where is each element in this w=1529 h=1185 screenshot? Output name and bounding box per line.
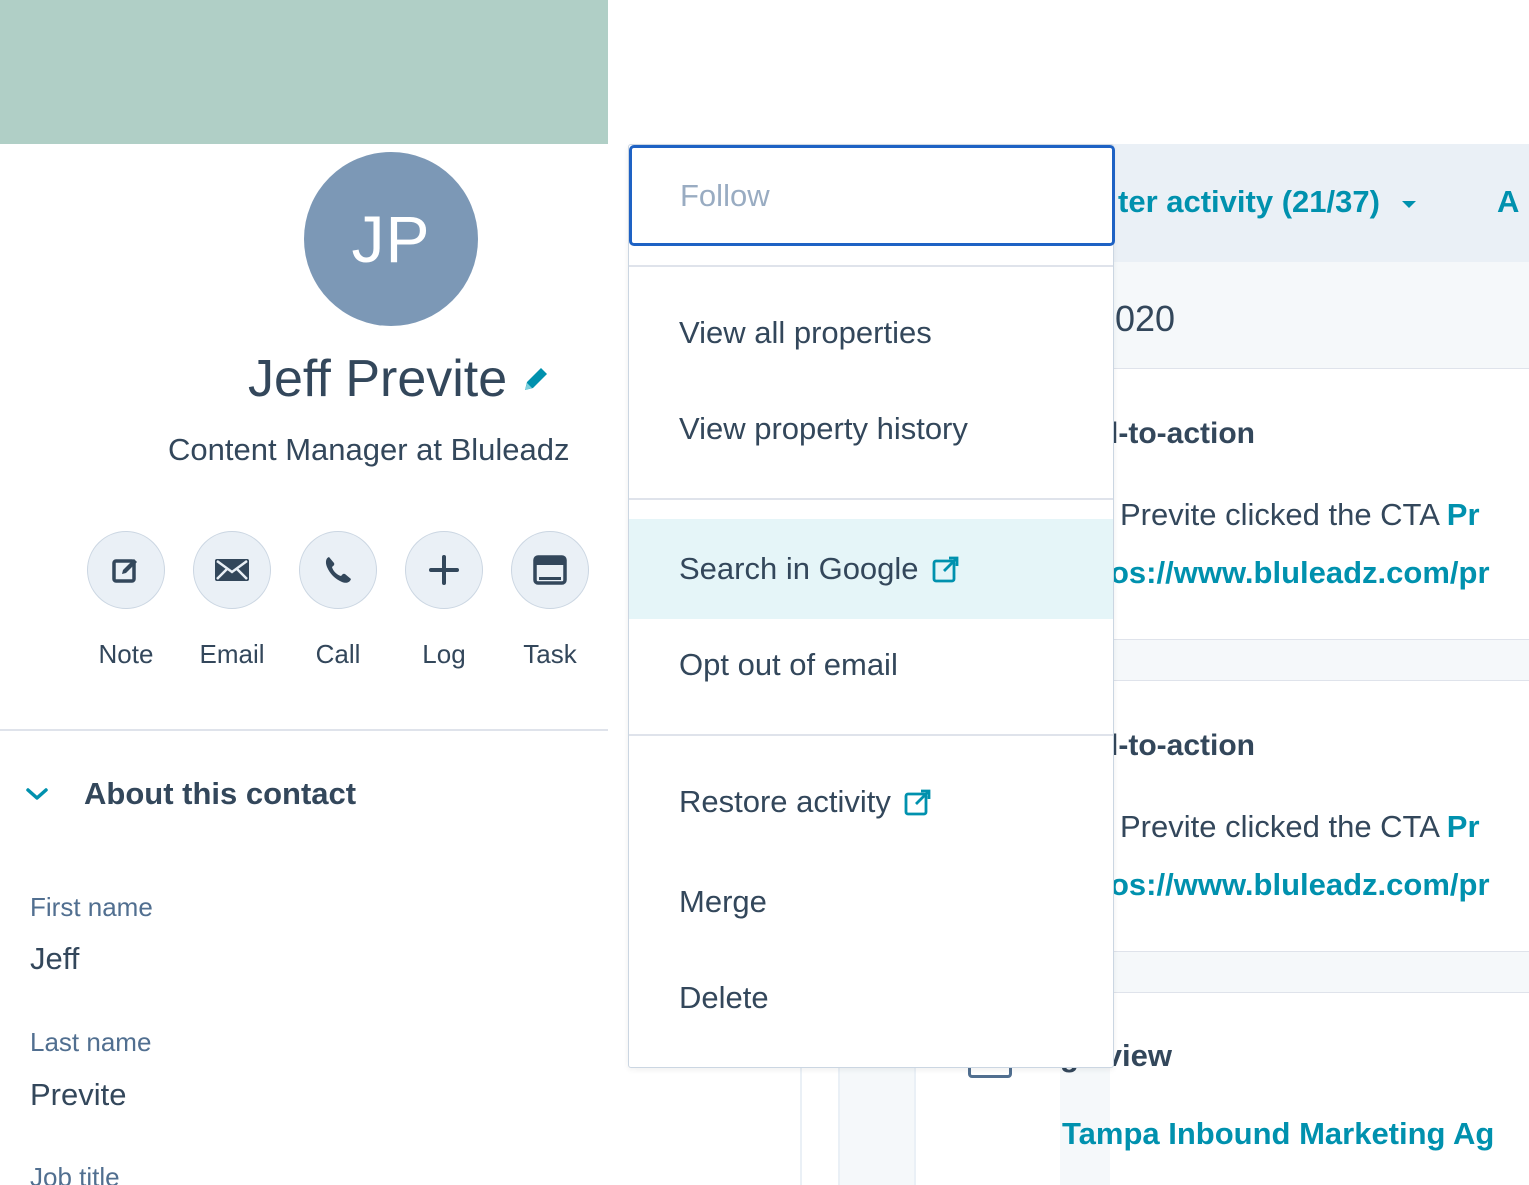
action-log[interactable]: Log [405, 531, 483, 670]
action-note[interactable]: Note [87, 531, 165, 670]
page-view-link[interactable]: Tampa Inbound Marketing Ag [1062, 1116, 1494, 1152]
contact-record-page: JP Jeff Previte Content Manager at Blule… [0, 0, 1529, 1185]
avatar[interactable]: JP [304, 152, 478, 326]
follow-label: Follow [680, 178, 770, 213]
menu-item-label: Opt out of email [679, 647, 898, 682]
field-label-first-name: First name [30, 892, 153, 922]
action-label: Call [315, 639, 361, 669]
task-window-icon [533, 555, 567, 585]
about-title: About this contact [84, 776, 357, 811]
avatar-initials: JP [351, 202, 431, 276]
menu-restore-activity[interactable]: Restore activity [629, 774, 1113, 830]
divider [0, 729, 608, 731]
menu-separator [629, 265, 1113, 267]
card-text-main: Previte clicked the CTA [1120, 497, 1447, 532]
menu-item-label: View all properties [679, 315, 932, 350]
action-label: I [597, 639, 608, 670]
filter-label: ter activity (21/37) [1118, 184, 1380, 219]
action-label: Email [199, 639, 265, 669]
activity-card [1110, 992, 1529, 1185]
card-title: l-to-action [1110, 417, 1255, 450]
field-label-last-name: Last name [30, 1027, 152, 1057]
external-link-icon [932, 556, 958, 583]
date-header: 020 [1115, 298, 1176, 339]
menu-search-in-google[interactable]: Search in Google [629, 519, 1113, 619]
phone-icon [325, 557, 351, 583]
card-title: l-to-action [1110, 729, 1255, 762]
action-label: Log [422, 639, 466, 669]
menu-separator [629, 498, 1113, 500]
action-label: Task [523, 639, 577, 669]
filter-activity-dropdown[interactable]: ter activity (21/37) [1118, 184, 1419, 220]
contact-subtitle: Content Manager at Bluleadz [168, 432, 570, 467]
activity-timeline-panel: ter activity (21/37) A 020 l-to-action P… [1060, 144, 1529, 1185]
note-edit-icon [112, 559, 137, 583]
external-link-icon [904, 789, 931, 816]
note-button[interactable] [87, 531, 165, 609]
field-value-first-name[interactable]: Jeff [30, 941, 79, 977]
follow-menu-item[interactable]: Follow [629, 145, 1115, 246]
menu-item-label: View property history [679, 411, 968, 446]
chevron-down-icon[interactable] [24, 785, 50, 803]
menu-merge[interactable]: Merge [629, 874, 1113, 930]
menu-opt-out-of-email[interactable]: Opt out of email [629, 637, 1113, 693]
header-banner [0, 0, 608, 144]
contact-profile-panel: JP Jeff Previte Content Manager at Blule… [0, 144, 608, 1185]
activity-filter-bar: ter activity (21/37) A [1060, 144, 1529, 262]
field-value-last-name[interactable]: Previte [30, 1077, 126, 1113]
caret-down-icon [1401, 200, 1416, 208]
cta-link[interactable]: Pr [1447, 497, 1480, 532]
menu-item-label: Merge [679, 884, 767, 919]
cta-link[interactable]: Pr [1447, 809, 1480, 844]
card-text: Previte clicked the CTA Pr [1120, 809, 1480, 845]
card-text: Previte clicked the CTA Pr [1120, 497, 1480, 533]
filter-extra[interactable]: A [1497, 184, 1519, 220]
card-text-main: Previte clicked the CTA [1120, 809, 1447, 844]
menu-item-label: Search in Google [679, 551, 919, 586]
action-email[interactable]: Email [193, 531, 271, 670]
action-label: Note [98, 639, 154, 669]
log-button[interactable] [405, 531, 483, 609]
envelope-icon [215, 559, 249, 581]
task-button[interactable] [511, 531, 589, 609]
contact-name[interactable]: Jeff Previte [248, 347, 507, 411]
plus-icon [429, 555, 459, 585]
field-label-job-title: Job title [30, 1162, 120, 1185]
actions-dropdown-menu: Follow View all properties View property… [628, 144, 1115, 1068]
call-button[interactable] [299, 531, 377, 609]
pencil-icon[interactable] [519, 362, 553, 396]
about-section-header[interactable]: About this contact [24, 776, 356, 812]
menu-view-property-history[interactable]: View property history [629, 401, 1113, 457]
menu-view-all-properties[interactable]: View all properties [629, 305, 1113, 361]
menu-delete[interactable]: Delete [629, 970, 1113, 1026]
action-task[interactable]: Task [511, 531, 589, 670]
url-link[interactable]: os://www.bluleadz.com/pr [1110, 867, 1490, 903]
url-link[interactable]: os://www.bluleadz.com/pr [1110, 555, 1490, 591]
menu-separator [629, 734, 1113, 736]
email-button[interactable] [193, 531, 271, 609]
contact-name-row: Jeff Previte [248, 347, 553, 411]
activity-card: l-to-action Previte clicked the CTA Pr o… [1110, 368, 1529, 640]
menu-item-label: Restore activity [679, 784, 891, 819]
action-call[interactable]: Call [299, 531, 377, 670]
menu-item-label: Delete [679, 980, 769, 1015]
activity-card: l-to-action Previte clicked the CTA Pr o… [1110, 680, 1529, 952]
